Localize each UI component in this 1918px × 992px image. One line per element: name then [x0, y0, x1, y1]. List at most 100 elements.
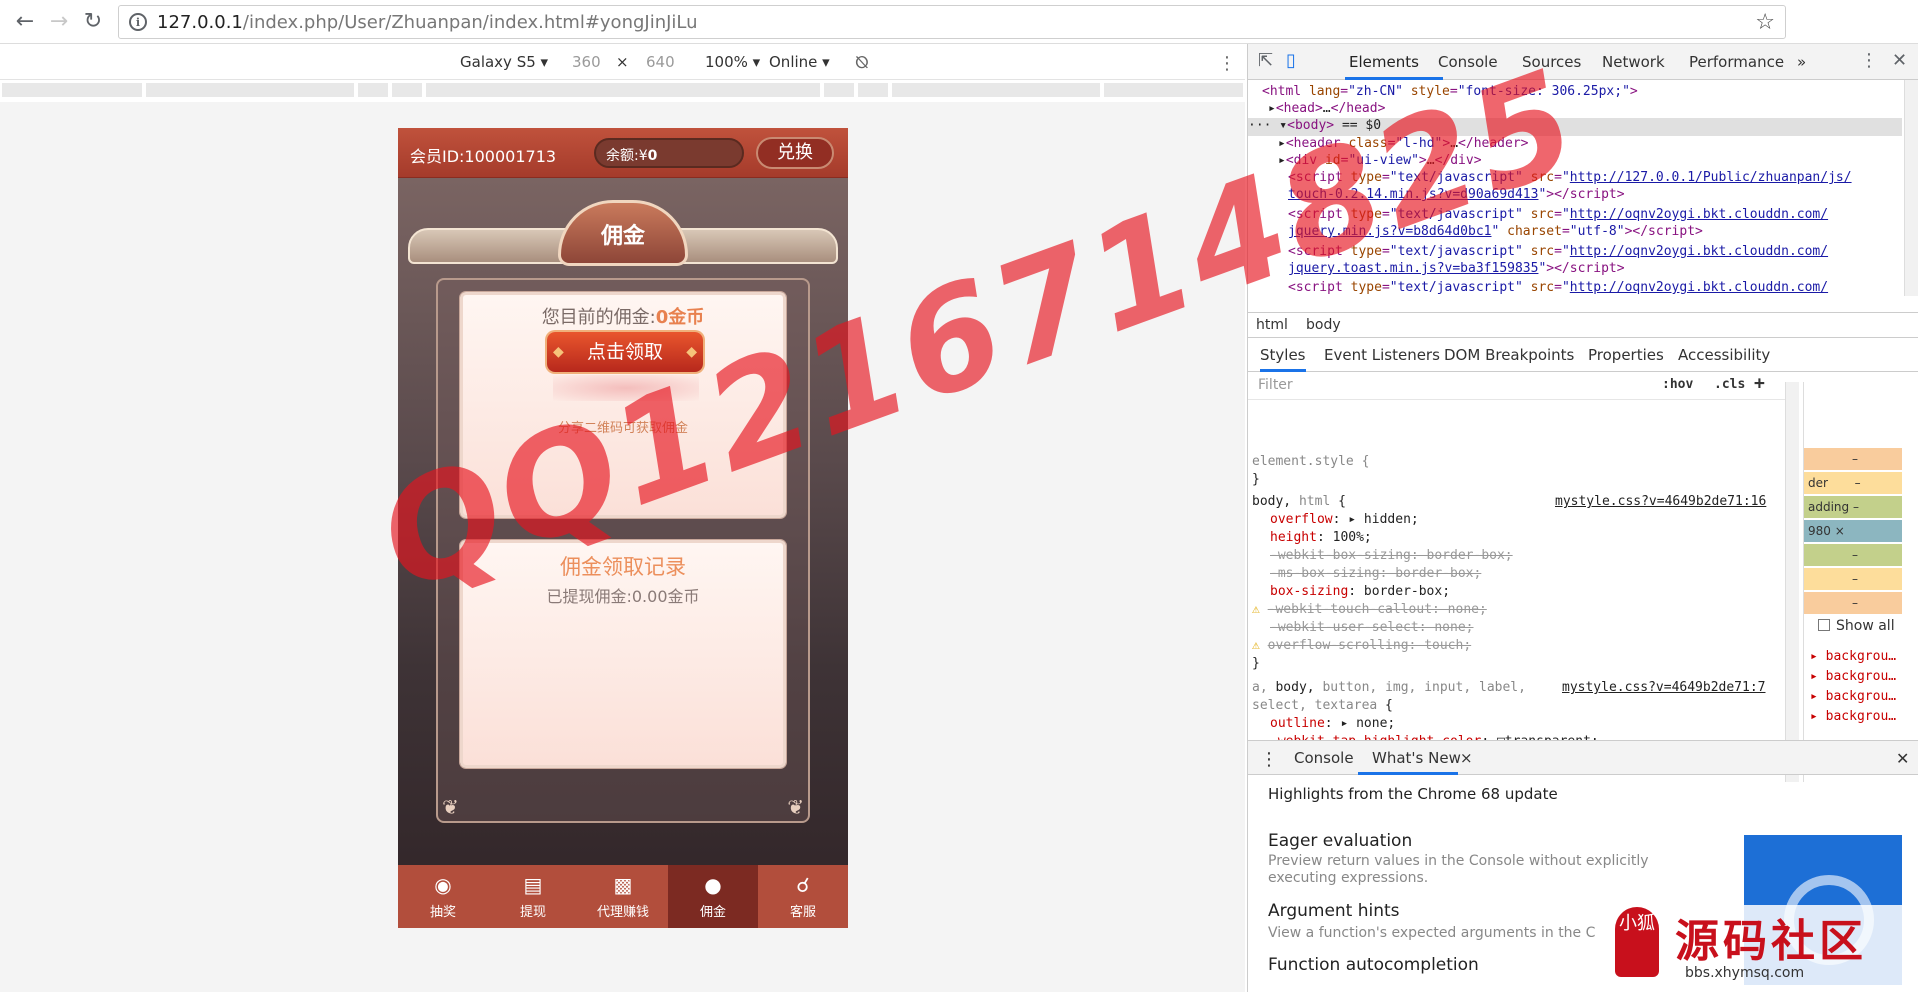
rule-selector: a, body, button, img, input, label, mysty…	[1252, 680, 1766, 695]
bookmark-star-icon[interactable]: ☆	[1755, 10, 1775, 35]
ruler-segment[interactable]	[146, 83, 354, 97]
inspect-icon[interactable]: ⇱	[1258, 50, 1273, 71]
computed-prop[interactable]: ▸ backgrou…	[1810, 669, 1896, 684]
dom-node[interactable]: <script type="text/javascript" src="http…	[1288, 207, 1902, 225]
zoom-select[interactable]: 100% ▾	[705, 53, 760, 71]
dom-node[interactable]: <script type="text/javascript" src="http…	[1288, 170, 1902, 188]
crumb-body[interactable]: body	[1306, 317, 1341, 333]
records-card: 佣金领取记录 已提现佣金:0.00金币	[460, 540, 786, 768]
style-decl[interactable]: box-sizing: border-box;	[1270, 584, 1450, 599]
show-all-checkbox[interactable]: Show all	[1818, 618, 1895, 634]
device-mode-icon[interactable]: ▯	[1286, 50, 1296, 71]
add-rule-button[interactable]: +	[1754, 373, 1765, 394]
more-icon[interactable]: ⋮	[1218, 53, 1236, 74]
reload-icon[interactable]: ↻	[76, 5, 110, 39]
forward-icon[interactable]: →	[42, 5, 76, 39]
drawer-tab-whats-new[interactable]: What's New	[1372, 749, 1461, 767]
computed-prop[interactable]: ▸ backgrou…	[1810, 649, 1896, 664]
tab-properties[interactable]: Properties	[1588, 346, 1664, 364]
ruler-segment[interactable]	[1104, 83, 1243, 97]
ruler-segment[interactable]	[426, 83, 820, 97]
piggy-bank-icon: ●	[704, 873, 722, 897]
box-padding: adding –	[1804, 496, 1902, 518]
close-drawer-icon[interactable]: ✕	[1896, 749, 1909, 768]
filter-input[interactable]: Filter	[1258, 377, 1293, 393]
ruler-segment[interactable]	[858, 83, 888, 97]
tab-lottery[interactable]: ◉ 抽奖	[398, 865, 488, 928]
dom-node[interactable]: <script type="text/javascript" src="http…	[1288, 280, 1902, 296]
ruler-segment[interactable]	[392, 83, 422, 97]
balance-label: 余额:¥	[606, 148, 648, 164]
address-bar[interactable]: i 127.0.0.1/index.php/User/Zhuanpan/inde…	[118, 5, 1786, 39]
style-decl[interactable]: overflow: ▸ hidden;	[1270, 512, 1419, 527]
styles-scrollbar[interactable]	[1785, 382, 1799, 782]
style-decl[interactable]: ⚠ -webkit-touch-callout: none;	[1252, 602, 1487, 617]
computed-prop[interactable]: ▸ backgrou…	[1810, 689, 1896, 704]
tab-event-listeners[interactable]: Event Listeners	[1324, 346, 1440, 364]
back-icon[interactable]: ←	[8, 5, 42, 39]
tab-service[interactable]: ☌ 客服	[758, 865, 848, 928]
tab-commission[interactable]: ● 佣金	[668, 865, 758, 928]
info-icon[interactable]: i	[129, 13, 147, 31]
dom-node[interactable]: <script type="text/javascript" src="http…	[1288, 244, 1902, 262]
dom-node[interactable]: ▸<header class="l-hd">…</header>	[1278, 136, 1902, 154]
ruler-segment[interactable]	[892, 83, 1100, 97]
prop-label: backgrou…	[1825, 669, 1897, 684]
tab-more[interactable]: »	[1797, 53, 1806, 71]
dom-node[interactable]: touch-0.2.14.min.js?v=d90a69d413"></scri…	[1288, 187, 1902, 205]
tab-sources[interactable]: Sources	[1522, 53, 1581, 71]
tab-elements[interactable]: Elements	[1349, 53, 1419, 71]
dom-node[interactable]: jquery.toast.min.js?v=ba3f159835"></scri…	[1288, 261, 1902, 279]
device-height[interactable]: 640	[646, 53, 675, 71]
media-query-bar	[0, 80, 1245, 102]
style-decl[interactable]: ⚠ overflow-scrolling: touch;	[1252, 638, 1471, 653]
ruler-segment[interactable]	[2, 83, 142, 97]
close-icon[interactable]: ✕	[1892, 50, 1907, 71]
tab-accessibility[interactable]: Accessibility	[1678, 346, 1770, 364]
ruler-segment[interactable]	[358, 83, 388, 97]
kebab-menu-icon[interactable]: ⋮	[1860, 50, 1878, 71]
dom-node-selected[interactable]: ··· ▾<body> == $0	[1248, 118, 1902, 136]
prop-label: backgrou…	[1825, 649, 1897, 664]
tab-label: 提现	[519, 905, 546, 920]
tab-console[interactable]: Console	[1438, 53, 1498, 71]
tab-agent[interactable]: ▩ 代理赚钱	[578, 865, 668, 928]
site-logo: 小狐 源码社区 bbs.xhymsq.com	[1605, 905, 1918, 992]
dom-scrollbar[interactable]	[1904, 80, 1918, 296]
content-frame: 您目前的佣金:0金币 点击领取 分享二维码可获取佣金 佣金领取记录 已提现佣金:…	[436, 278, 810, 823]
device-width[interactable]: 360	[572, 53, 601, 71]
balance-box: 余额:¥0	[594, 138, 744, 168]
drawer-menu-icon[interactable]: ⋮	[1260, 749, 1278, 770]
network-select[interactable]: Online ▾	[769, 53, 830, 71]
dom-node[interactable]: ▸<head>…</head>	[1268, 101, 1902, 119]
style-decl[interactable]: -ms-box-sizing: border-box;	[1270, 566, 1481, 581]
hov-toggle[interactable]: :hov	[1662, 377, 1693, 392]
style-decl[interactable]: -webkit-user-select: none;	[1270, 620, 1474, 635]
style-source-link[interactable]: mystyle.css?v=4649b2de71:16	[1555, 494, 1766, 509]
cls-toggle[interactable]: .cls	[1714, 377, 1745, 392]
tab-withdraw[interactable]: ▤ 提现	[488, 865, 578, 928]
active-tab-indicator	[1358, 772, 1458, 775]
tab-dom-breakpoints[interactable]: DOM Breakpoints	[1444, 346, 1574, 364]
style-decl[interactable]: outline: ▸ none;	[1270, 716, 1395, 731]
dom-node[interactable]: jquery.min.js?v=b8d64d0bc1" charset="utf…	[1288, 224, 1902, 242]
style-decl[interactable]: -webkit-box-sizing: border-box;	[1270, 548, 1513, 563]
tab-performance[interactable]: Performance	[1689, 53, 1784, 71]
logo-url: bbs.xhymsq.com	[1685, 965, 1805, 981]
times-sign: ×	[616, 53, 629, 71]
dom-node[interactable]: <html lang="zh-CN" style="font-size: 306…	[1262, 84, 1902, 102]
claim-button[interactable]: 点击领取	[547, 332, 703, 372]
dom-node[interactable]: ▸<div id="ui-view">…</div>	[1278, 153, 1902, 171]
device-select[interactable]: Galaxy S5 ▾	[460, 53, 548, 71]
style-decl[interactable]: height: 100%;	[1270, 530, 1372, 545]
rotate-icon[interactable]: ⦰	[855, 53, 869, 73]
style-source-link[interactable]: mystyle.css?v=4649b2de71:7	[1562, 680, 1766, 695]
drawer-tab-console[interactable]: Console	[1294, 749, 1354, 767]
close-tab-icon[interactable]: ×	[1460, 749, 1473, 767]
computed-prop[interactable]: ▸ backgrou…	[1810, 709, 1896, 724]
crumb-html[interactable]: html	[1256, 317, 1288, 333]
exchange-button[interactable]: 兑换	[756, 137, 834, 169]
ruler-segment[interactable]	[824, 83, 854, 97]
tab-network[interactable]: Network	[1602, 53, 1665, 71]
tab-styles[interactable]: Styles	[1260, 346, 1306, 372]
